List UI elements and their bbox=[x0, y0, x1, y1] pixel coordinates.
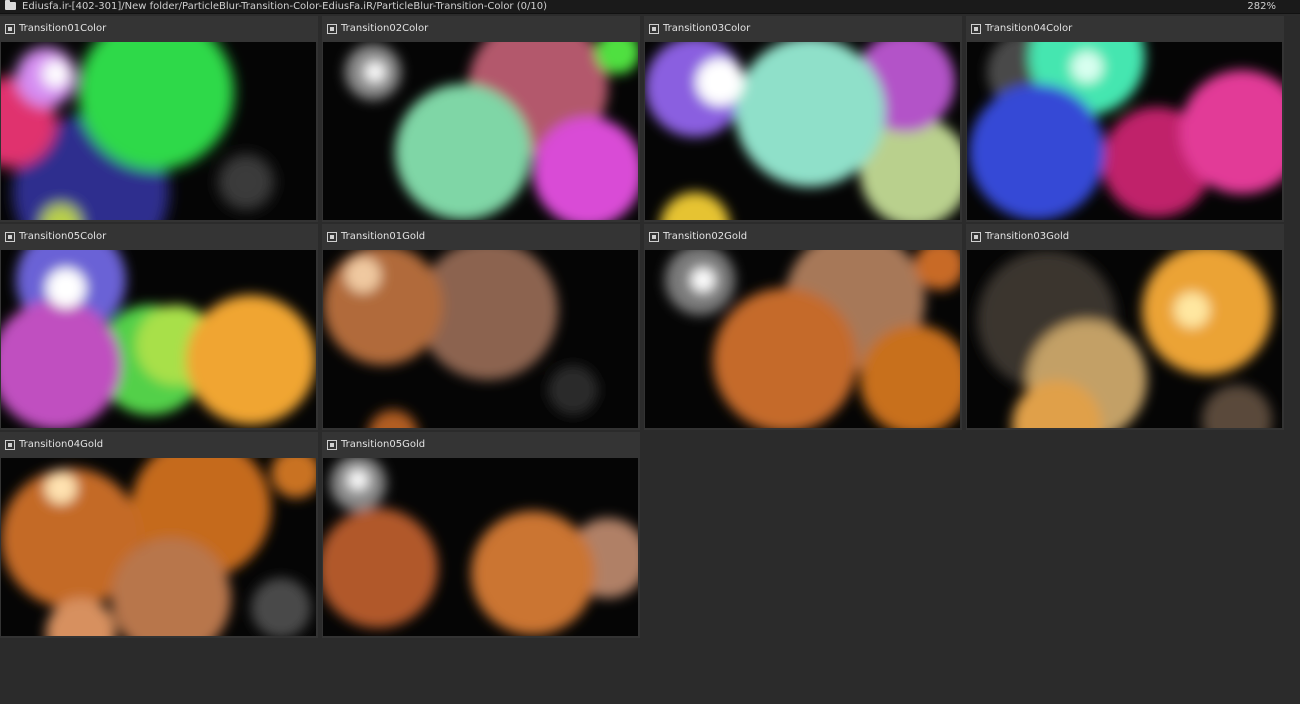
clip-name: Transition03Color bbox=[663, 23, 751, 34]
clip-header: Transition02Color bbox=[322, 16, 640, 42]
clip-tile[interactable]: Transition02Color bbox=[322, 16, 640, 222]
clip-tile[interactable]: Transition02Gold bbox=[644, 224, 962, 430]
clip-header: Transition03Gold bbox=[966, 224, 1284, 250]
title-bar: Ediusfa.ir-[402-301]/New folder/Particle… bbox=[0, 0, 1300, 14]
clip-name: Transition01Gold bbox=[341, 231, 426, 242]
clip-name: Transition04Gold bbox=[19, 439, 104, 450]
clip-tile[interactable]: Transition05Gold bbox=[322, 432, 640, 638]
zoom-level[interactable]: 282% bbox=[1247, 0, 1276, 13]
clip-tile[interactable]: Transition05Color bbox=[0, 224, 318, 430]
clip-tile[interactable]: Transition04Gold bbox=[0, 432, 318, 638]
clip-thumbnail[interactable] bbox=[645, 250, 960, 428]
clip-header: Transition05Gold bbox=[322, 432, 640, 458]
clip-thumbnail[interactable] bbox=[323, 42, 638, 220]
folder-icon bbox=[5, 0, 16, 10]
clip-thumbnail[interactable] bbox=[1, 42, 316, 220]
clip-select-checkbox[interactable] bbox=[971, 24, 981, 34]
clip-tile[interactable]: Transition01Gold bbox=[322, 224, 640, 430]
clip-name: Transition05Color bbox=[19, 231, 107, 242]
clip-name: Transition05Gold bbox=[341, 439, 426, 450]
clip-select-checkbox[interactable] bbox=[649, 232, 659, 242]
clip-header: Transition01Gold bbox=[322, 224, 640, 250]
clip-thumbnail[interactable] bbox=[967, 250, 1282, 428]
clip-name: Transition03Gold bbox=[985, 231, 1070, 242]
clip-select-checkbox[interactable] bbox=[327, 440, 337, 450]
clip-header: Transition02Gold bbox=[644, 224, 962, 250]
clip-select-checkbox[interactable] bbox=[5, 24, 15, 34]
clip-tile[interactable]: Transition03Gold bbox=[966, 224, 1284, 430]
clip-select-checkbox[interactable] bbox=[327, 232, 337, 242]
clip-thumbnail[interactable] bbox=[645, 42, 960, 220]
clip-tile[interactable]: Transition03Color bbox=[644, 16, 962, 222]
clip-header: Transition03Color bbox=[644, 16, 962, 42]
clip-name: Transition04Color bbox=[985, 23, 1073, 34]
clip-header: Transition04Gold bbox=[0, 432, 318, 458]
clip-select-checkbox[interactable] bbox=[971, 232, 981, 242]
folder-path: Ediusfa.ir-[402-301]/New folder/Particle… bbox=[22, 1, 547, 12]
clip-thumbnail[interactable] bbox=[1, 250, 316, 428]
clip-thumbnail[interactable] bbox=[967, 42, 1282, 220]
clip-name: Transition01Color bbox=[19, 23, 107, 34]
clip-thumbnail[interactable] bbox=[1, 458, 316, 636]
clip-select-checkbox[interactable] bbox=[5, 440, 15, 450]
clip-header: Transition04Color bbox=[966, 16, 1284, 42]
clip-name: Transition02Color bbox=[341, 23, 429, 34]
clip-tile[interactable]: Transition01Color bbox=[0, 16, 318, 222]
clip-thumbnail[interactable] bbox=[323, 250, 638, 428]
clip-tile[interactable]: Transition04Color bbox=[966, 16, 1284, 222]
clip-name: Transition02Gold bbox=[663, 231, 748, 242]
clip-header: Transition01Color bbox=[0, 16, 318, 42]
clip-select-checkbox[interactable] bbox=[649, 24, 659, 34]
clip-select-checkbox[interactable] bbox=[5, 232, 15, 242]
clip-header: Transition05Color bbox=[0, 224, 318, 250]
clip-thumbnail[interactable] bbox=[323, 458, 638, 636]
clip-select-checkbox[interactable] bbox=[327, 24, 337, 34]
